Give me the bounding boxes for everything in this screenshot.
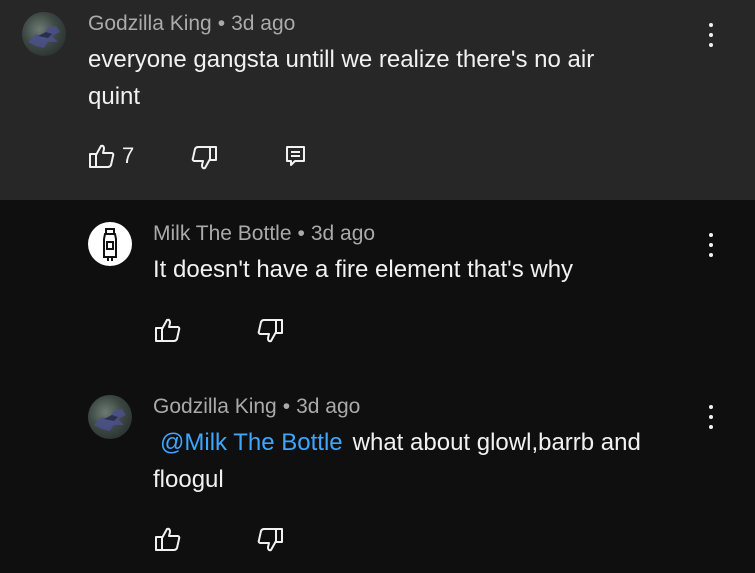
comment-text-line: everyone gangsta untill we realize there…: [88, 46, 595, 73]
comment-author[interactable]: Godzilla King: [88, 12, 212, 35]
comment-meta: Godzilla King • 3d ago: [88, 12, 295, 36]
comment-author[interactable]: Milk The Bottle: [153, 222, 292, 245]
more-vertical-icon[interactable]: [701, 402, 721, 432]
comment-text: It doesn't have a fire element that's wh…: [153, 251, 573, 288]
comment-text: everyone gangsta untill we realize there…: [88, 41, 594, 115]
more-vertical-icon[interactable]: [701, 230, 721, 260]
dislike-button[interactable]: [256, 318, 284, 344]
thumbs-down-icon: [257, 319, 283, 343]
comment-meta: Godzilla King • 3d ago: [153, 395, 360, 419]
dislike-button[interactable]: [256, 527, 284, 553]
comment-meta: Milk The Bottle • 3d ago: [153, 222, 375, 246]
like-button[interactable]: [154, 317, 182, 343]
comment-text-line: It doesn't have a fire element that's wh…: [153, 256, 574, 283]
thumbs-up-icon: [89, 144, 115, 168]
comment-thread-top: Godzilla King • 3d ago everyone gangsta un…: [0, 0, 755, 200]
comment-text-segment: what about glowl,barrb and: [352, 429, 641, 456]
mention-link[interactable]: @Milk The Bottle: [160, 429, 343, 456]
like-button[interactable]: 7: [88, 143, 134, 169]
comment-timestamp: 3d ago: [296, 395, 361, 418]
comment-text-line: @Milk The Bottle what about glowl,barrb a…: [153, 424, 713, 461]
reply-button[interactable]: [284, 144, 308, 168]
more-vertical-icon[interactable]: [701, 20, 721, 50]
avatar[interactable]: [22, 12, 66, 56]
meta-separator: •: [297, 222, 305, 245]
like-button[interactable]: [154, 526, 182, 552]
meta-separator: •: [282, 395, 291, 418]
reply-comment: Godzilla King • 3d ago @Milk The Bottle wha…: [0, 380, 755, 573]
comment-text: @Milk The Bottle what about glowl,barrb a…: [153, 424, 713, 498]
reply-icon: [286, 146, 305, 166]
reply-comment: Milk The Bottle • 3d ago It doesn't have a…: [0, 200, 755, 380]
thumbs-down-icon: [191, 146, 217, 170]
comment-author[interactable]: Godzilla King: [153, 395, 277, 418]
thumbs-down-icon: [257, 528, 283, 552]
thumbs-up-icon: [155, 318, 181, 342]
thumbs-up-icon: [155, 527, 181, 551]
dislike-button[interactable]: [190, 145, 218, 171]
comment-timestamp: 3d ago: [310, 222, 376, 245]
comment-timestamp: 3d ago: [231, 12, 296, 35]
comment-text-line: quint: [88, 83, 141, 110]
avatar[interactable]: [88, 222, 132, 266]
comment-text-line: floogul: [153, 466, 224, 493]
like-count: 7: [122, 143, 135, 168]
avatar[interactable]: [88, 395, 132, 439]
meta-separator: •: [217, 12, 226, 35]
